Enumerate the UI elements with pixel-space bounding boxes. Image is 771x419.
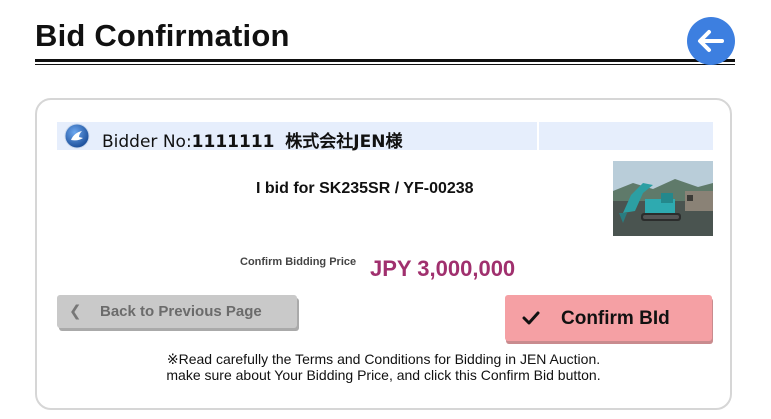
bidder-number-text: Bidder No:1111111 株式会社JEN様: [102, 127, 402, 152]
notice-line-1: ※Read carefully the Terms and Conditions…: [166, 351, 601, 367]
chevron-left-icon: ❮: [69, 303, 82, 320]
excavator-photo: [613, 161, 713, 236]
bidder-label: Bidder No:: [102, 132, 192, 152]
back-arrow-button[interactable]: [687, 17, 735, 65]
bid-item-text: I bid for SK235SR / YF-00238: [256, 180, 474, 197]
bidder-number: 1111111: [191, 132, 275, 152]
back-button-label: Back to Previous Page: [100, 303, 262, 320]
bidder-info-bar: Bidder No:1111111 株式会社JEN様: [57, 122, 713, 152]
title-underline-thin: [35, 64, 735, 65]
title-underline: [35, 59, 735, 62]
back-to-previous-page-button[interactable]: ❮ Back to Previous Page: [57, 295, 297, 328]
page-title: Bid Confirmation: [35, 18, 290, 53]
bidder-company: 株式会社JEN様: [285, 132, 403, 152]
item-thumbnail[interactable]: [613, 161, 713, 236]
check-icon: [522, 311, 540, 325]
terms-notice: ※Read carefully the Terms and Conditions…: [35, 351, 732, 383]
user-badge-icon: [64, 123, 90, 149]
arrow-left-icon: [698, 30, 724, 52]
confirm-button-label: Confirm BId: [561, 308, 670, 329]
confirm-bid-button[interactable]: Confirm BId: [505, 295, 712, 341]
notice-line-2: make sure about Your Bidding Price, and …: [166, 367, 601, 383]
bar-divider: [537, 122, 539, 150]
confirm-price-label: Confirm Bidding Price: [240, 256, 357, 268]
confirm-price-value: JPY 3,000,000: [370, 256, 516, 281]
